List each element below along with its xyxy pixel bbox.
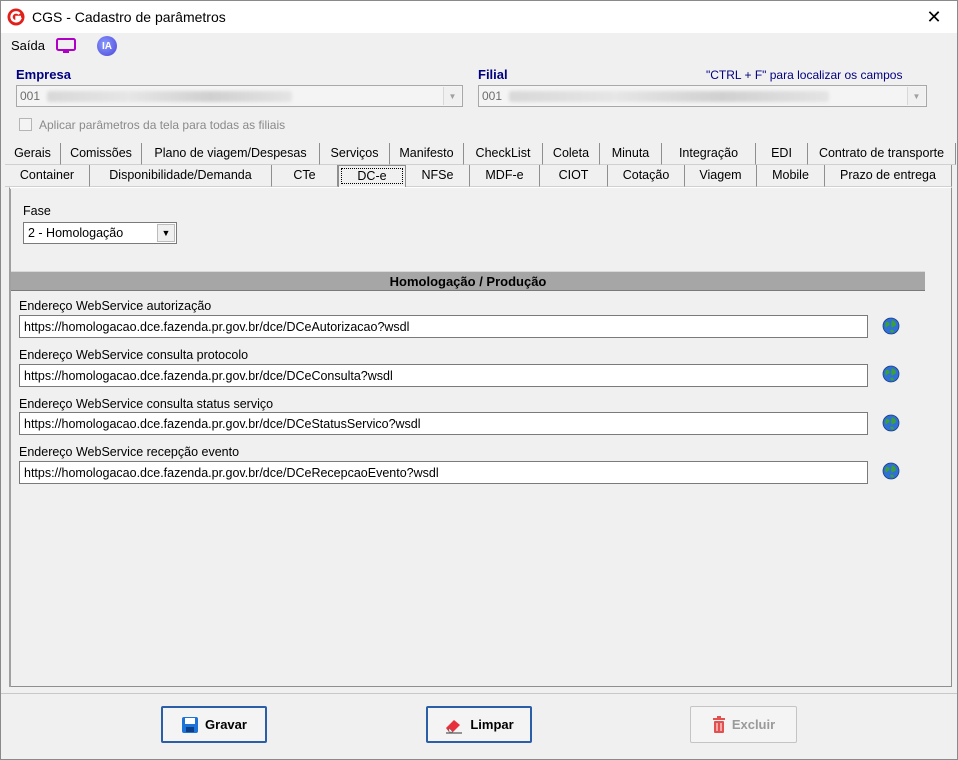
apply-all-checkbox[interactable] (19, 118, 32, 131)
fase-value: 2 - Homologação (28, 226, 124, 240)
fase-select[interactable]: 2 - Homologação ▼ (23, 222, 177, 244)
chevron-down-icon[interactable]: ▼ (907, 87, 925, 105)
chevron-down-icon[interactable]: ▼ (443, 87, 461, 105)
tab-viagem[interactable]: Viagem (685, 165, 757, 187)
tab-cte[interactable]: CTe (272, 165, 338, 187)
tab-servicos[interactable]: Serviços (320, 143, 390, 165)
panel-shadow (9, 189, 11, 687)
title-bar: CGS - Cadastro de parâmetros ✕ (1, 1, 957, 33)
tab-disponibilidade-demanda[interactable]: Disponibilidade/Demanda (90, 165, 272, 187)
filial-select[interactable]: 001 ▼ (478, 85, 927, 107)
section-header: Homologação / Produção (11, 271, 925, 291)
limpar-button[interactable]: Limpar (426, 706, 532, 743)
excluir-button[interactable]: Excluir (690, 706, 797, 743)
tab-dc-e[interactable]: DC-e (338, 165, 406, 187)
gravar-label: Gravar (205, 717, 247, 732)
chevron-down-icon[interactable]: ▼ (157, 224, 175, 242)
filial-value: 001 (482, 89, 503, 103)
search-hint: "CTRL + F" para localizar os campos (706, 68, 903, 82)
limpar-label: Limpar (470, 717, 514, 732)
ws-autorizacao-label: Endereço WebService autorização (19, 299, 212, 313)
tab-nfse[interactable]: NFSe (406, 165, 470, 187)
close-button[interactable]: ✕ (911, 1, 957, 33)
tab-panel-dce (9, 187, 952, 687)
ia-assistant-icon[interactable]: IA (97, 36, 117, 56)
apply-all-label: Aplicar parâmetros da tela para todas as… (39, 118, 286, 132)
divider (1, 693, 957, 694)
tab-comissoes[interactable]: Comissões (61, 143, 142, 165)
ws-evento-label: Endereço WebService recepção evento (19, 445, 240, 459)
tab-coleta[interactable]: Coleta (543, 143, 600, 165)
ws-consulta-label: Endereço WebService consulta protocolo (19, 348, 249, 362)
tab-integracao[interactable]: Integração (662, 143, 756, 165)
globe-icon[interactable] (882, 462, 900, 480)
tab-checklist[interactable]: CheckList (464, 143, 543, 165)
tab-manifesto[interactable]: Manifesto (390, 143, 464, 165)
tab-cotacao[interactable]: Cotação (608, 165, 685, 187)
tab-row-2: Container Disponibilidade/Demanda CTe DC-e N… (5, 165, 952, 187)
ws-consulta-input[interactable]: https://homologacao.dce.fazenda.pr.gov.b… (19, 364, 868, 387)
floppy-disk-icon (182, 716, 199, 733)
ws-status-label: Endereço WebService consulta status serv… (19, 397, 274, 411)
filial-label: Filial (478, 67, 508, 82)
ws-autorizacao-input[interactable]: https://homologacao.dce.fazenda.pr.gov.b… (19, 315, 868, 338)
main-window: CGS - Cadastro de parâmetros ✕ Saída IA … (0, 0, 958, 760)
tab-prazo-de-entrega[interactable]: Prazo de entrega (825, 165, 952, 187)
tab-mdf-e[interactable]: MDF-e (470, 165, 540, 187)
tab-plano-de-viagem-despesas[interactable]: Plano de viagem/Despesas (142, 143, 320, 165)
tab-mobile[interactable]: Mobile (757, 165, 825, 187)
eraser-icon (446, 719, 463, 733)
tab-minuta[interactable]: Minuta (600, 143, 662, 165)
empresa-name-redacted (47, 91, 292, 102)
globe-icon[interactable] (882, 365, 900, 383)
tab-container[interactable]: Container (5, 165, 90, 187)
window-title: CGS - Cadastro de parâmetros (32, 9, 226, 25)
empresa-label: Empresa (16, 67, 71, 82)
empresa-select[interactable]: 001 ▼ (16, 85, 463, 107)
filial-name-redacted (509, 91, 829, 102)
trash-icon (712, 715, 725, 733)
ws-consulta-value: https://homologacao.dce.fazenda.pr.gov.b… (24, 369, 393, 383)
app-logo-icon (7, 8, 25, 26)
monitor-icon[interactable] (55, 37, 77, 55)
tab-edi[interactable]: EDI (756, 143, 808, 165)
tab-ciot[interactable]: CIOT (540, 165, 608, 187)
excluir-label: Excluir (731, 717, 776, 732)
menu-saida[interactable]: Saída (11, 38, 45, 53)
ws-status-value: https://homologacao.dce.fazenda.pr.gov.b… (24, 417, 421, 431)
ws-autorizacao-value: https://homologacao.dce.fazenda.pr.gov.b… (24, 320, 410, 334)
ws-evento-input[interactable]: https://homologacao.dce.fazenda.pr.gov.b… (19, 461, 868, 484)
gravar-button[interactable]: Gravar (161, 706, 267, 743)
fase-label: Fase (23, 204, 51, 218)
empresa-value: 001 (20, 89, 41, 103)
tab-gerais[interactable]: Gerais (5, 143, 61, 165)
menu-bar: Saída IA (1, 33, 957, 59)
ws-status-input[interactable]: https://homologacao.dce.fazenda.pr.gov.b… (19, 412, 868, 435)
ws-evento-value: https://homologacao.dce.fazenda.pr.gov.b… (24, 466, 439, 480)
globe-icon[interactable] (882, 317, 900, 335)
tab-contrato-de-transporte[interactable]: Contrato de transporte (808, 143, 956, 165)
globe-icon[interactable] (882, 414, 900, 432)
tab-row-1: Gerais Comissões Plano de viagem/Despesas S… (5, 143, 956, 165)
